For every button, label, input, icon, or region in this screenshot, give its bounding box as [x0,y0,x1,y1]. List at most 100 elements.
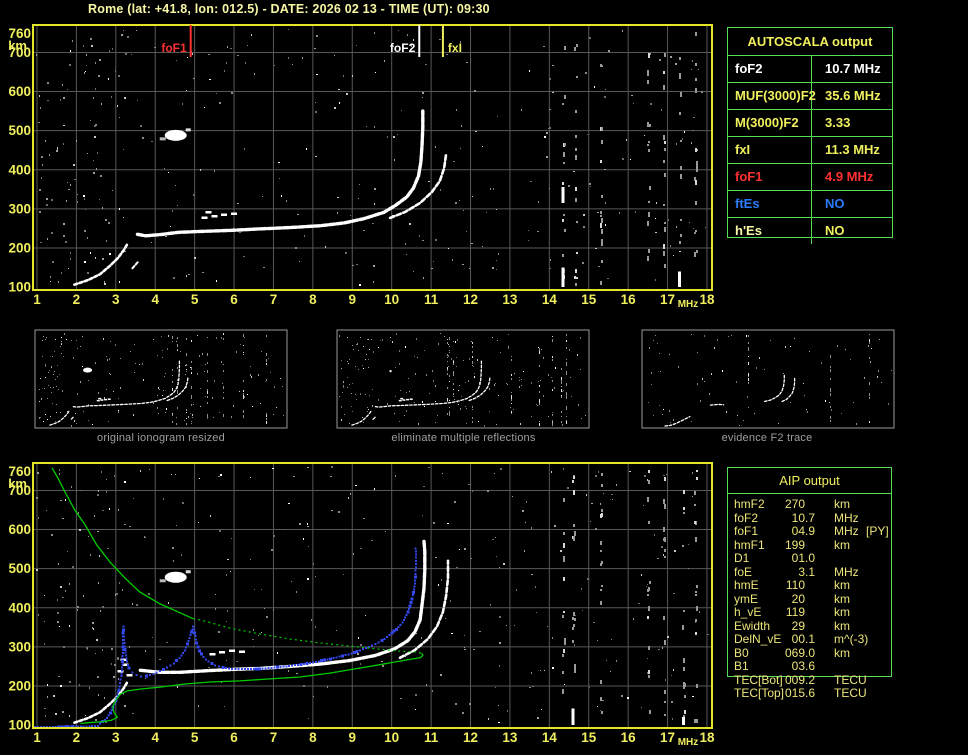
x-tick-4: 4 [151,730,159,745]
top_ionogram-grid [34,26,711,289]
aip-unit: km [834,497,850,511]
aip-row-tecbot: TEC[Bot] 009.2 TECU [728,672,893,687]
x-tick-6: 6 [230,292,238,307]
aip-value-frac: .6 [805,659,816,673]
aip-value-frac: .7 [805,510,816,525]
y-tick-400: 400 [8,600,31,615]
x-tick-12: 12 [463,730,478,745]
x-tick-16: 16 [621,292,637,307]
top_ionogram-border [32,24,713,291]
aip-table-header: AIP output [728,468,891,494]
aip-label: foF1 [734,524,759,538]
autoscala-table-rows: foF2 10.7 MHz MUF(3000)F2 35.6 MHz M(3000)F2… [728,56,892,244]
y-tick-600: 600 [8,522,31,537]
series-density-profile-topside-extrapolated [193,618,422,654]
x-tick-16: 16 [621,730,637,745]
panel-top_ionogram: foF1 foF2 fxI760700600500400300200100km1 2 3… [8,24,715,310]
y-axis-unit: km [8,476,27,491]
x-tick-12: 12 [463,292,478,307]
aip-row-ewidth: Ewidth 29 km [728,619,893,633]
x-tick-3: 3 [112,730,120,745]
aip-row-fof2: foF2 10.7 MHz [728,510,893,525]
aip-label: ymE [734,591,758,606]
x-tick-5: 5 [191,730,199,745]
aip-label: foF2 [734,510,759,525]
y-axis-unit: km [8,38,27,53]
y-tick-200: 200 [8,241,31,256]
x-tick-9: 9 [349,292,357,307]
marker-label-foF2: foF2 [390,41,416,55]
thumbnail-eliminate-reflections [336,329,590,429]
panel-bottom_ionogram: 760700600500400300200100km1 2 3 4 5 6 7 8 9 10 11 1… [8,462,715,748]
aip-unit: km [834,537,850,552]
autoscala-row-ftes: ftEs NO [728,190,892,217]
thumbnail-eliminate-reflections-noise [339,333,586,427]
x-tick-7: 7 [270,730,278,745]
y-tick-100: 100 [8,718,31,733]
autoscala-value: NO [825,223,845,238]
aip-value-int: 20 [791,591,805,606]
autoscala-table-header: AUTOSCALA output [728,28,892,56]
y-tick-600: 600 [8,84,31,99]
thumbnail-caption-eliminate: eliminate multiple reflections [391,432,536,444]
autoscala-row-fof1: foF1 4.9 MHz [728,163,892,190]
x-tick-18: 18 [699,292,715,307]
aip-value-int: 01 [791,551,805,565]
aip-unit: m^(-3) [834,632,869,646]
autoscala-row-fxi: fxI 11.3 MHz [728,136,892,163]
y-tick-400: 400 [8,162,31,177]
x-tick-8: 8 [309,730,317,745]
top_ionogram-axis-labels: 760700600500400300200100km1 2 3 4 5 6 7 8 9 10 11 1… [8,26,715,310]
series-density-profile-bottomside [80,652,424,725]
aip-value-int: 270 [784,497,805,511]
aip-label: h_vE [734,605,762,619]
thumbnail-original-ionogram-noise [39,333,284,427]
autoscala-label: foF2 [728,56,812,82]
x-tick-14: 14 [542,292,558,307]
autoscala-label: M(3000)F2 [728,110,812,136]
series-F-trace-extraordinary [388,152,448,220]
autoscala-label: foF1 [728,164,812,190]
thumbnail-caption-evidence: evidence F2 trace [721,432,813,444]
aip-unit: km [834,645,850,660]
x-axis-unit: MHz [678,737,699,748]
aip-row-hve: h_vE 119 km [728,606,893,619]
bottom_ionogram-border [32,462,713,729]
bottom_ionogram-traces [34,467,450,729]
x-tick-10: 10 [384,730,399,745]
aip-label: hmF2 [734,497,765,511]
autoscala-label: MUF(3000)F2 [728,83,816,109]
aip-row-b1: B1 03.6 [728,660,893,673]
aip-label: B1 [734,659,749,673]
aip-value-int: 3 [798,564,805,579]
aip-row-d1: D1 01.0 [728,552,893,565]
y-tick-300: 300 [8,639,31,654]
aip-value-int: 04 [791,524,805,538]
autoscala-value: 3.33 [825,115,851,130]
x-tick-18: 18 [699,730,715,745]
x-tick-11: 11 [424,292,439,307]
aip-value-frac: .2 [805,672,816,687]
thumbnail-original-ionogram-border [34,329,288,429]
series-E-trace [73,243,129,287]
autoscala-value: 11.3 MHz [825,142,880,157]
aip-row-yme: ymE 20 km [728,591,893,606]
x-tick-2: 2 [73,292,81,307]
y-tick-100: 100 [8,280,31,295]
marker-label-fxI: fxI [448,41,462,55]
aip-label: foE [734,564,753,579]
aip-value-int: 110 [785,578,805,592]
x-tick-5: 5 [191,292,199,307]
x-tick-1: 1 [33,730,41,745]
aip-row-fof1: foF1 04.9 MHz [PY] [728,525,893,538]
x-tick-4: 4 [151,292,159,307]
aip-value-frac: .1 [805,564,816,579]
x-tick-15: 15 [581,292,597,307]
x-tick-11: 11 [424,730,439,745]
x-tick-6: 6 [230,730,238,745]
series-second-hop-echo [164,129,187,141]
aip-value-frac: .6 [805,686,816,700]
autoscala-label: h'Es [728,218,812,244]
autoscala-value: 10.7 MHz [825,61,881,76]
autoscala-value: 4.9 MHz [825,169,874,184]
